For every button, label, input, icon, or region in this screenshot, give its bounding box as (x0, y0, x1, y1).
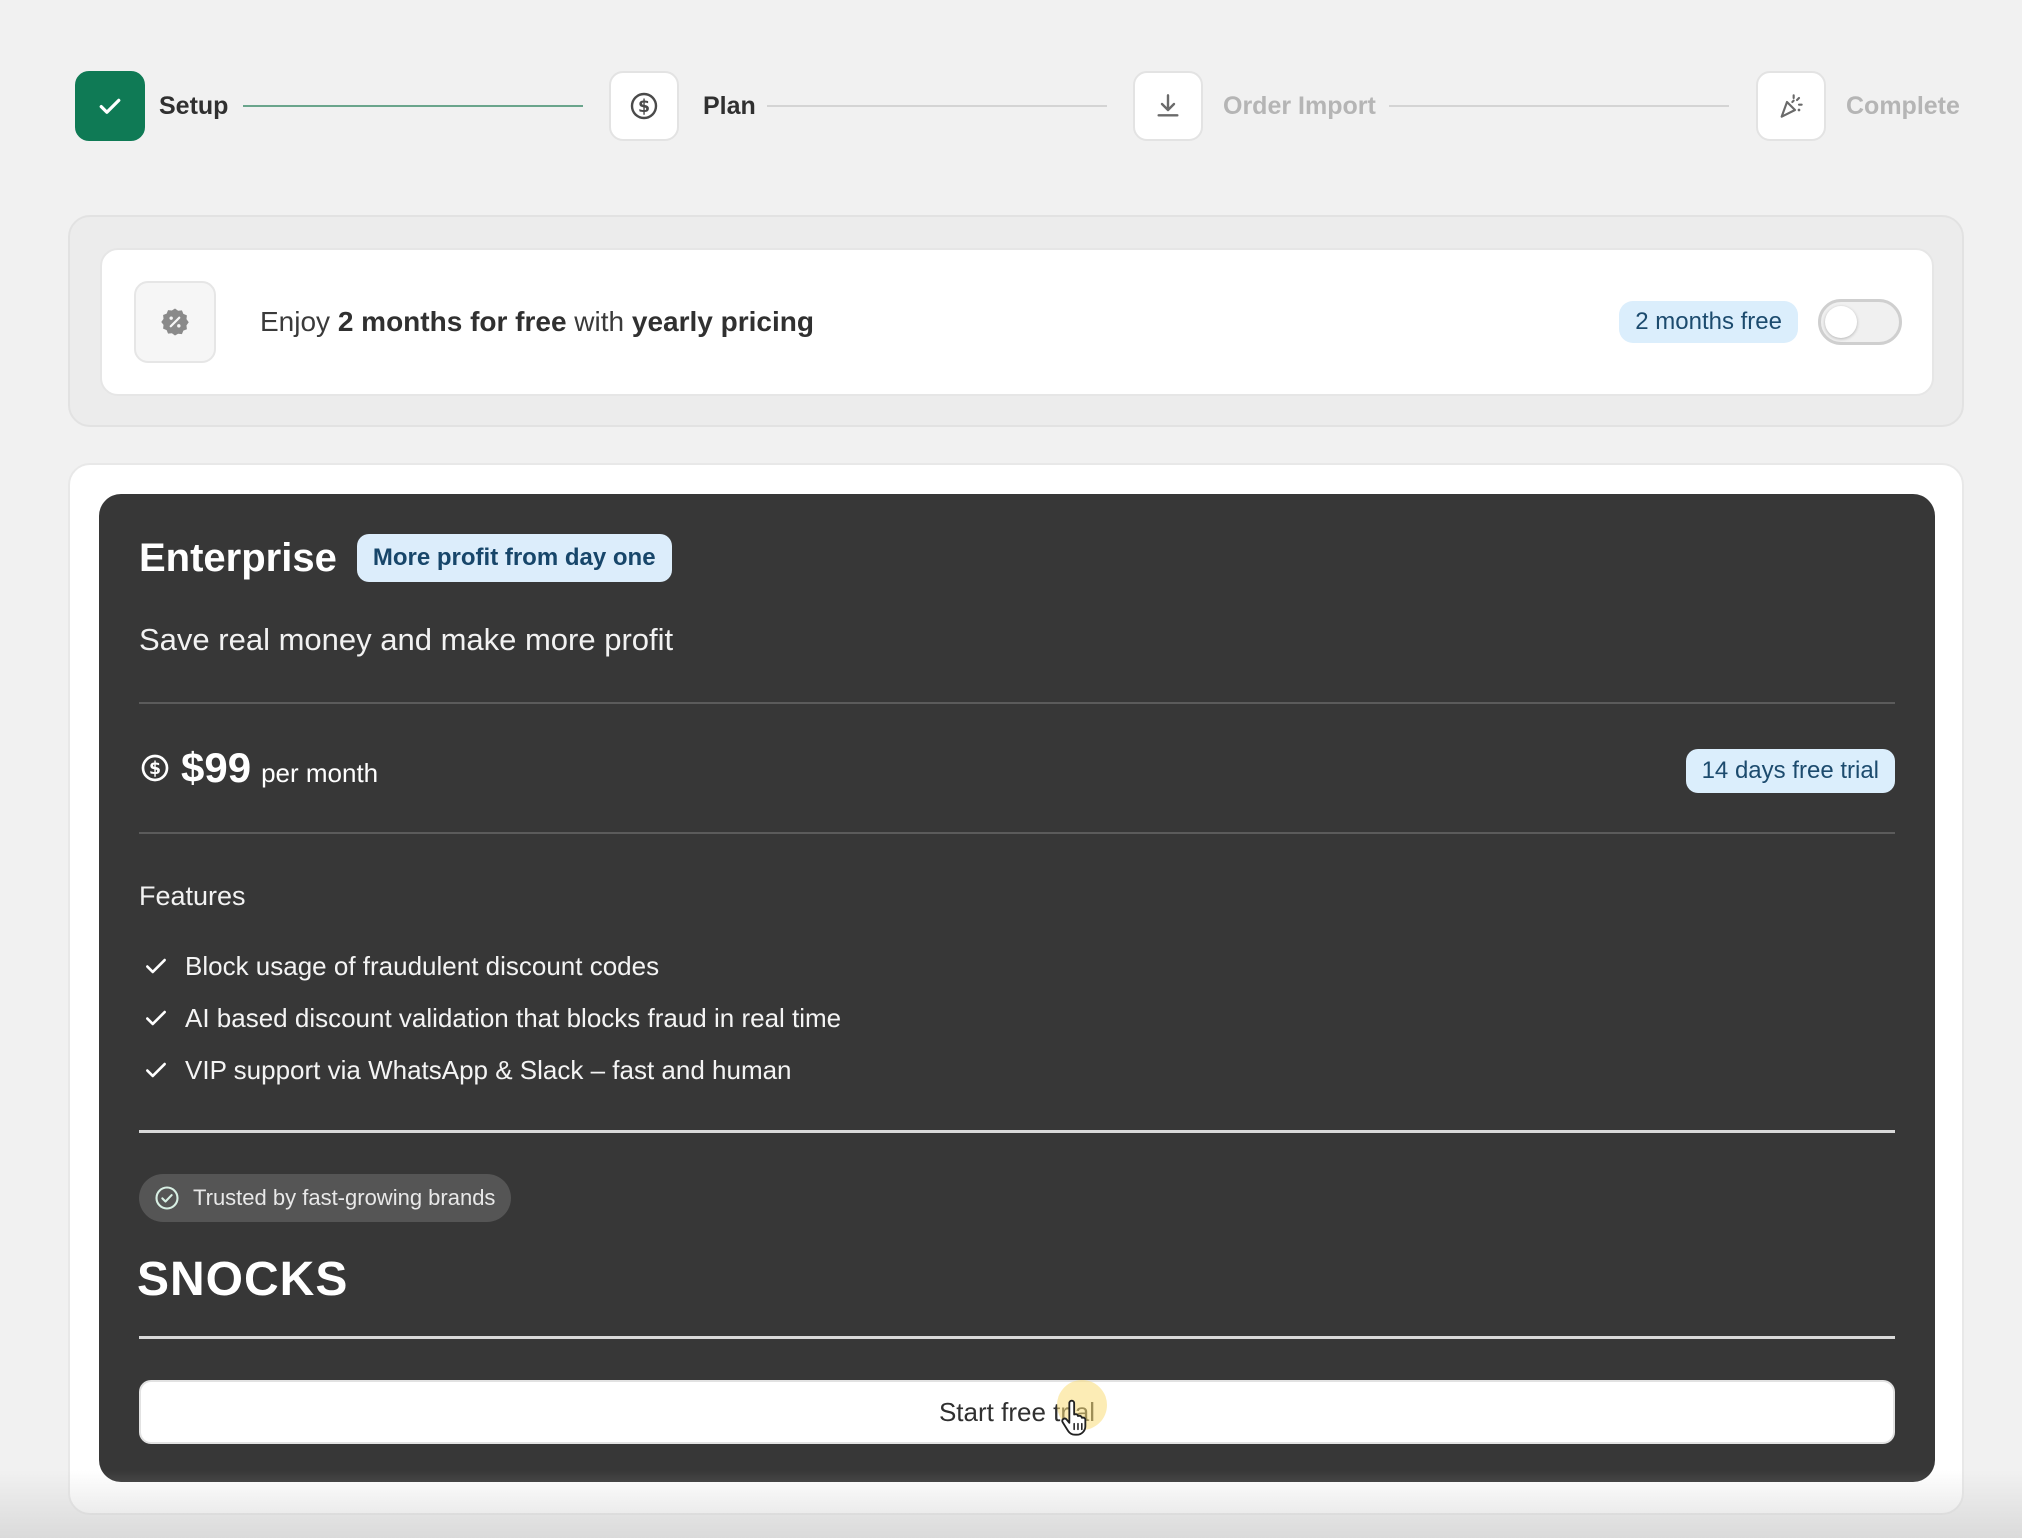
enterprise-plan-card: Enterprise More profit from day one Save… (99, 494, 1935, 1482)
dollar-coin-icon: $ (141, 754, 169, 782)
svg-text:$: $ (149, 759, 161, 779)
trusted-badge: Trusted by fast-growing brands (139, 1174, 512, 1222)
progress-stepper: Setup $ Plan Order Import Complete (75, 70, 1960, 142)
trial-badge: 14 days free trial (1685, 749, 1895, 793)
check-circle-icon (155, 1186, 179, 1210)
plan-price: $99 (181, 744, 252, 791)
divider (139, 832, 1895, 834)
dollar-coin-icon: $ (609, 71, 679, 141)
step-label: Setup (159, 91, 229, 120)
feature-item: VIP support via WhatsApp & Slack – fast … (143, 1044, 841, 1096)
step-complete[interactable]: Complete (1756, 70, 1960, 142)
plan-subtitle: Save real money and make more profit (139, 622, 674, 657)
yearly-pricing-text: Enjoy 2 months for free with yearly pric… (260, 306, 814, 337)
check-icon (146, 958, 166, 974)
yearly-pricing-card: Enjoy 2 months for free with yearly pric… (100, 248, 1934, 396)
step-label: Complete (1846, 91, 1960, 120)
yearly-pricing-toggle[interactable] (1818, 299, 1902, 345)
features-heading: Features (139, 881, 246, 911)
check-icon (75, 71, 145, 141)
hand-cursor-icon (1061, 1399, 1087, 1436)
divider (139, 1336, 1895, 1339)
feature-list: Block usage of fraudulent discount codes… (143, 940, 841, 1096)
plan-name: Enterprise (139, 535, 337, 580)
price-row: $ $99 per month (139, 744, 378, 792)
divider (139, 702, 1895, 704)
stepper-connector (767, 105, 1107, 107)
bottom-edge-shadow (0, 1470, 2022, 1538)
check-icon (146, 1062, 166, 1078)
step-setup[interactable]: Setup (75, 70, 228, 142)
stepper-connector (1389, 105, 1729, 107)
download-icon (1133, 71, 1203, 141)
toggle-knob (1825, 306, 1857, 338)
brand-logo: SNOCKS (137, 1253, 349, 1306)
confetti-icon (1756, 71, 1826, 141)
svg-text:$: $ (638, 97, 650, 117)
plan-period: per month (261, 758, 379, 788)
step-label: Plan (703, 91, 756, 120)
plan-badge: More profit from day one (356, 534, 672, 582)
feature-item: AI based discount validation that blocks… (143, 992, 841, 1044)
months-free-badge: 2 months free (1619, 301, 1798, 343)
stepper-connector (243, 105, 583, 107)
step-label: Order Import (1223, 91, 1376, 120)
step-order-import[interactable]: Order Import (1133, 70, 1376, 142)
divider (139, 1130, 1895, 1133)
step-plan[interactable]: $ Plan (609, 70, 756, 142)
start-free-trial-button[interactable]: Start free trial (139, 1380, 1895, 1444)
gear-badge-icon (134, 281, 216, 363)
check-icon (146, 1010, 166, 1026)
feature-item: Block usage of fraudulent discount codes (143, 940, 841, 992)
